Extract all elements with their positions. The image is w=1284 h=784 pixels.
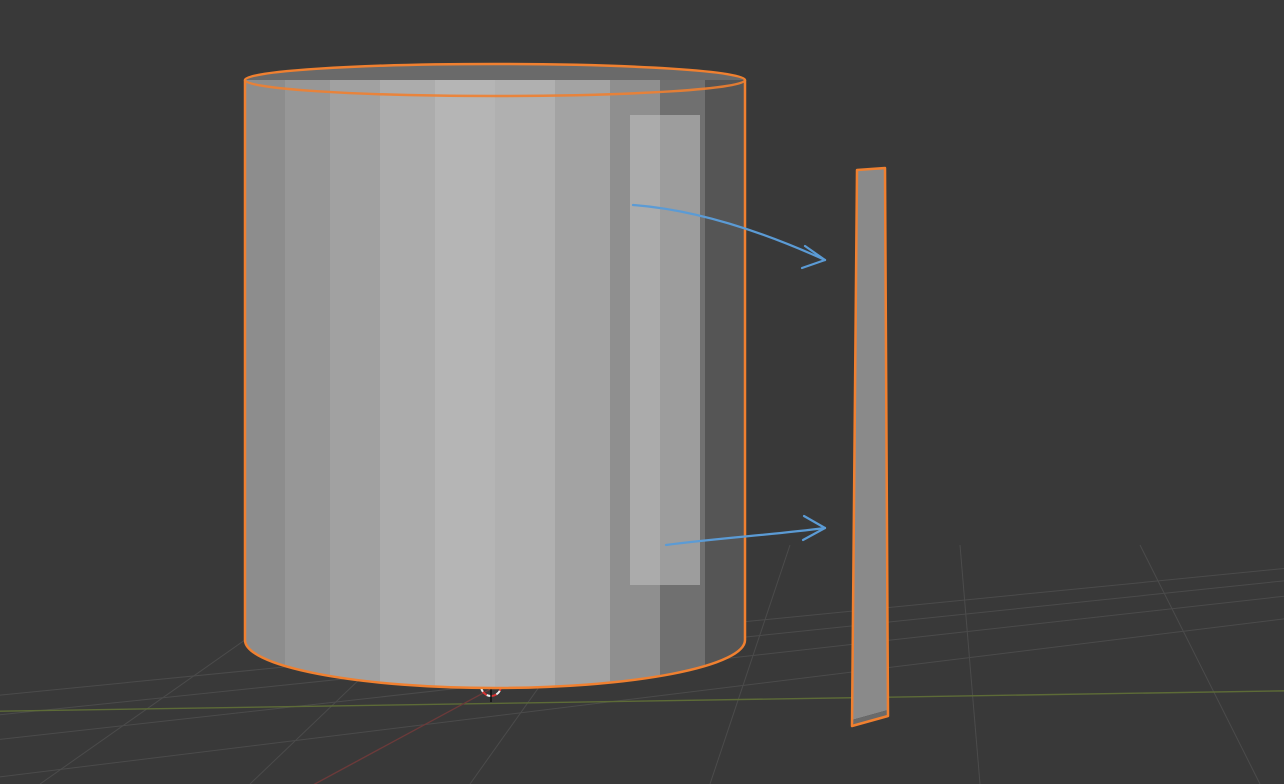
viewport-3d[interactable]: [0, 0, 1284, 784]
annotation-arrows: [0, 0, 1284, 784]
